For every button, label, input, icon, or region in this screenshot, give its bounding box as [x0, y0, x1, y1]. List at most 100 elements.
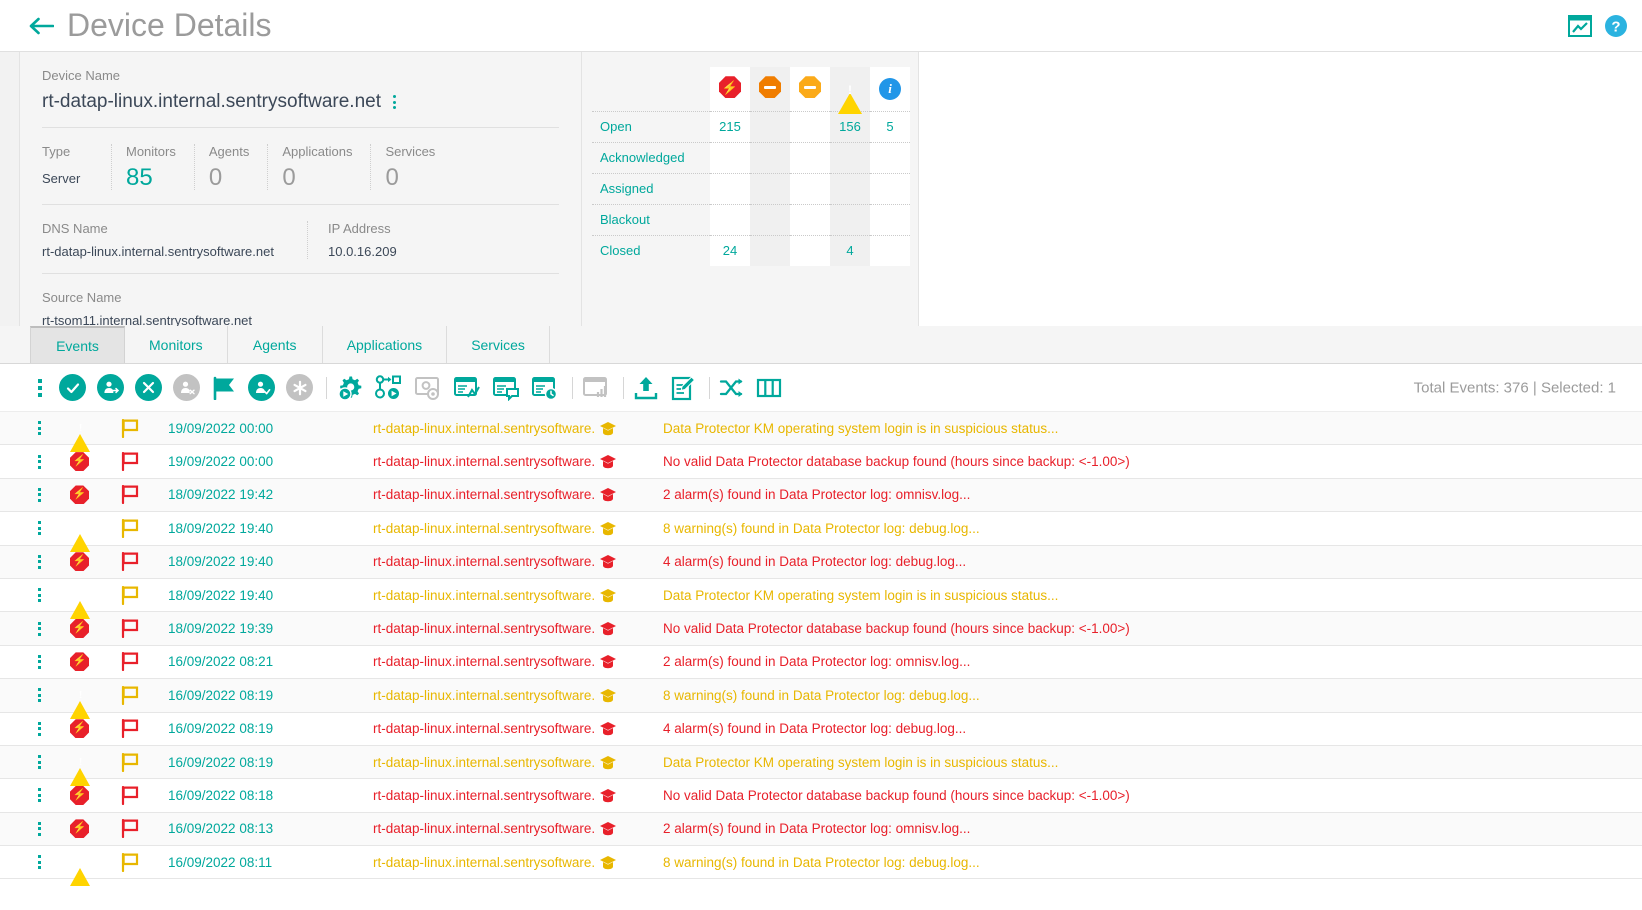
unassign-user-icon[interactable] — [135, 374, 162, 401]
event-flag-cell[interactable] — [120, 419, 168, 438]
stat-type-label: Type — [42, 144, 93, 159]
matrix-row-label-blackout[interactable]: Blackout — [592, 204, 710, 235]
event-row[interactable]: !19/09/2022 00:00rt-datap-linux.internal… — [0, 412, 1642, 445]
event-flag-cell[interactable] — [120, 519, 168, 538]
tab-applications[interactable]: Applications — [323, 326, 448, 363]
event-severity-cell: ⚡ — [70, 652, 120, 671]
event-row-kebab-icon[interactable] — [38, 855, 70, 869]
event-graph-icon[interactable] — [453, 375, 481, 401]
event-row[interactable]: !18/09/2022 19:40rt-datap-linux.internal… — [0, 512, 1642, 545]
annotate-icon[interactable] — [670, 375, 696, 401]
event-flag-cell[interactable] — [120, 652, 168, 671]
assign-user-icon[interactable] — [97, 374, 124, 401]
tab-agents[interactable]: Agents — [228, 326, 323, 363]
event-row-kebab-icon[interactable] — [38, 622, 70, 636]
matrix-closed-critical[interactable]: 24 — [710, 235, 750, 266]
event-row[interactable]: !16/09/2022 08:19rt-datap-linux.internal… — [0, 679, 1642, 712]
event-row[interactable]: !16/09/2022 08:19rt-datap-linux.internal… — [0, 746, 1642, 779]
export-icon[interactable] — [633, 375, 659, 401]
event-flag-cell[interactable] — [120, 853, 168, 872]
event-comment-icon[interactable] — [492, 375, 520, 401]
event-message-cell: Data Protector KM operating system login… — [663, 755, 1642, 770]
svg-text:?: ? — [1611, 18, 1620, 35]
event-row-kebab-icon[interactable] — [38, 588, 70, 602]
event-row[interactable]: ⚡16/09/2022 08:18rt-datap-linux.internal… — [0, 779, 1642, 812]
event-row[interactable]: ⚡16/09/2022 08:21rt-datap-linux.internal… — [0, 646, 1642, 679]
matrix-row-label-closed[interactable]: Closed — [592, 235, 710, 266]
event-flag-cell[interactable] — [120, 452, 168, 471]
event-row-kebab-icon[interactable] — [38, 788, 70, 802]
severity-critical-icon: ⚡ — [70, 819, 89, 838]
event-row[interactable]: !16/09/2022 08:11rt-datap-linux.internal… — [0, 846, 1642, 879]
event-flag-cell[interactable] — [120, 719, 168, 738]
event-row[interactable]: ⚡16/09/2022 08:13rt-datap-linux.internal… — [0, 813, 1642, 846]
event-flag-cell[interactable] — [120, 686, 168, 705]
graduation-cap-icon — [599, 421, 617, 436]
chart-window-icon[interactable] — [1568, 15, 1592, 37]
event-row[interactable]: ⚡19/09/2022 00:00rt-datap-linux.internal… — [0, 445, 1642, 478]
event-row-kebab-icon[interactable] — [38, 822, 70, 836]
event-history-icon[interactable] — [531, 375, 559, 401]
matrix-closed-warning[interactable]: 4 — [830, 235, 870, 266]
run-diagnostic-icon[interactable] — [336, 375, 364, 401]
event-flag-cell[interactable] — [120, 552, 168, 571]
event-row[interactable]: ⚡18/09/2022 19:39rt-datap-linux.internal… — [0, 612, 1642, 645]
toolbar-menu-kebab-icon[interactable] — [38, 379, 42, 397]
event-host-name: rt-datap-linux.internal.sentrysoftware. — [373, 654, 595, 669]
matrix-blackout-minor — [790, 204, 830, 235]
matrix-row-label-assigned[interactable]: Assigned — [592, 173, 710, 204]
columns-icon[interactable] — [756, 377, 782, 399]
event-row-kebab-icon[interactable] — [38, 688, 70, 702]
event-flag-cell[interactable] — [120, 753, 168, 772]
matrix-row-label-acknowledged[interactable]: Acknowledged — [592, 142, 710, 173]
device-summary-area: Device Name rt-datap-linux.internal.sent… — [0, 52, 1642, 326]
stat-applications-label: Applications — [282, 144, 352, 159]
event-row-kebab-icon[interactable] — [38, 455, 70, 469]
event-flag-cell[interactable] — [120, 819, 168, 838]
event-row-kebab-icon[interactable] — [38, 722, 70, 736]
close-event-icon[interactable] — [59, 374, 86, 401]
event-date-cell: 16/09/2022 08:13 — [168, 821, 373, 836]
event-row-kebab-icon[interactable] — [38, 421, 70, 435]
left-rail — [0, 52, 20, 326]
event-flag-cell[interactable] — [120, 619, 168, 638]
stat-monitors-value[interactable]: 85 — [126, 165, 176, 190]
event-message-cell: 2 alarm(s) found in Data Protector log: … — [663, 487, 1642, 502]
event-flag-cell[interactable] — [120, 786, 168, 805]
graduation-cap-icon — [599, 755, 617, 770]
event-row[interactable]: ⚡16/09/2022 08:19rt-datap-linux.internal… — [0, 713, 1642, 746]
flag-icon[interactable] — [211, 376, 237, 400]
event-host-name: rt-datap-linux.internal.sentrysoftware. — [373, 554, 595, 569]
event-row-kebab-icon[interactable] — [38, 755, 70, 769]
event-row[interactable]: ⚡18/09/2022 19:42rt-datap-linux.internal… — [0, 479, 1642, 512]
event-host-cell: rt-datap-linux.internal.sentrysoftware. — [373, 755, 663, 770]
event-row-kebab-icon[interactable] — [38, 655, 70, 669]
run-action-icon[interactable] — [375, 375, 403, 401]
event-flag-cell[interactable] — [120, 485, 168, 504]
back-arrow-icon[interactable] — [28, 17, 54, 35]
help-icon[interactable]: ? — [1604, 14, 1628, 38]
event-row-kebab-icon[interactable] — [38, 555, 70, 569]
performance-disabled-icon — [582, 375, 610, 401]
event-host-name: rt-datap-linux.internal.sentrysoftware. — [373, 454, 595, 469]
event-row[interactable]: ⚡18/09/2022 19:40rt-datap-linux.internal… — [0, 546, 1642, 579]
matrix-acknowledged-minor — [790, 142, 830, 173]
matrix-open-info[interactable]: 5 — [870, 111, 910, 142]
settings-view-disabled-icon — [414, 375, 442, 401]
severity-major-icon — [750, 67, 790, 111]
event-row-kebab-icon[interactable] — [38, 521, 70, 535]
matrix-row-label-open[interactable]: Open — [592, 111, 710, 142]
tab-monitors[interactable]: Monitors — [125, 326, 228, 363]
tab-services[interactable]: Services — [447, 326, 550, 363]
acknowledge-icon[interactable] — [248, 374, 275, 401]
tab-events[interactable]: Events — [30, 326, 125, 363]
arrow-left-icon — [28, 17, 54, 35]
shuffle-icon[interactable] — [719, 376, 745, 400]
device-name-kebab-icon[interactable] — [389, 93, 400, 111]
event-flag-cell[interactable] — [120, 586, 168, 605]
matrix-open-critical[interactable]: 215 — [710, 111, 750, 142]
device-name-value: rt-datap-linux.internal.sentrysoftware.n… — [42, 91, 381, 113]
matrix-open-warning[interactable]: 156 — [830, 111, 870, 142]
event-row[interactable]: !18/09/2022 19:40rt-datap-linux.internal… — [0, 579, 1642, 612]
event-row-kebab-icon[interactable] — [38, 488, 70, 502]
